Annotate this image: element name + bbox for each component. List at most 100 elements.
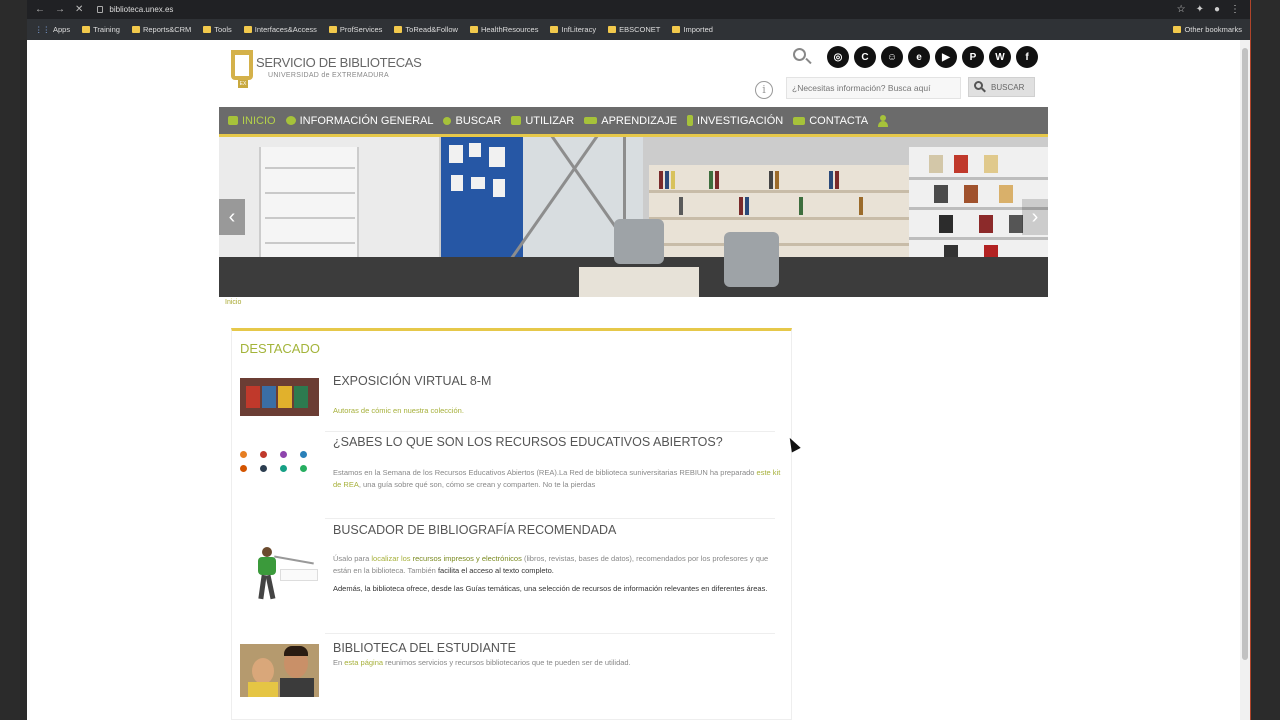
social-bar: ◎ C ☺ e ▶ P W f: [791, 46, 1038, 68]
exhibition-thumbnail[interactable]: [240, 378, 319, 416]
lock-icon: [97, 6, 104, 13]
info-icon[interactable]: i: [755, 81, 773, 99]
menu-item-aprendizaje[interactable]: APRENDIZAJE: [584, 115, 677, 127]
item-title[interactable]: ¿SABES LO QUE SON LOS RECURSOS EDUCATIVO…: [333, 435, 723, 449]
book-icon: [511, 116, 522, 125]
student-figure-image[interactable]: [240, 543, 319, 603]
item-title[interactable]: EXPOSICIÓN VIRTUAL 8-M: [333, 374, 491, 388]
user-icon: [878, 114, 889, 127]
item-text: Estamos en la Semana de los Recursos Edu…: [333, 468, 781, 489]
menu-item-investigacion[interactable]: INVESTIGACIÓN: [687, 115, 783, 127]
bookmark-folder[interactable]: HealthResources: [469, 25, 538, 34]
folder-icon: [131, 26, 140, 33]
bookmark-folder[interactable]: Interfaces&Access: [243, 25, 317, 34]
bookmark-folder[interactable]: EBSCONET: [608, 25, 660, 34]
main-menu: INICIO INFORMACIÓN GENERAL BUSCAR UTILIZ…: [219, 107, 1048, 137]
other-bookmarks[interactable]: Other bookmarks: [1173, 25, 1242, 34]
research-icon: [687, 115, 694, 126]
facebook-icon[interactable]: f: [1016, 46, 1038, 68]
hero-table: [579, 267, 699, 297]
list-item: ¿SABES LO QUE SON LOS RECURSOS EDUCATIVO…: [240, 433, 785, 513]
pinterest-icon[interactable]: P: [962, 46, 984, 68]
profile-icon[interactable]: ●: [1214, 4, 1220, 15]
menu-item-informacion-general[interactable]: INFORMACIÓN GENERAL: [285, 115, 433, 127]
folder-icon: [243, 26, 252, 33]
menu-item-contacta[interactable]: CONTACTA: [793, 115, 868, 127]
wordpress-icon[interactable]: W: [989, 46, 1011, 68]
address-bar[interactable]: biblioteca.unex.es: [97, 2, 1177, 17]
hero-carousel[interactable]: ‹ ›: [219, 137, 1048, 297]
menu-item-inicio[interactable]: INICIO: [228, 115, 276, 127]
star-icon[interactable]: ☆: [1177, 4, 1186, 15]
breadcrumb[interactable]: Inicio: [225, 299, 241, 306]
url-text: biblioteca.unex.es: [109, 5, 174, 14]
divider: [325, 633, 775, 634]
hero-bookshelf: [649, 165, 909, 270]
bookmark-folder[interactable]: ToRead&Follow: [394, 25, 458, 34]
site-title[interactable]: SERVICIO DE BIBLIOTECAS: [256, 55, 422, 70]
item-title[interactable]: BUSCADOR DE BIBLIOGRAFÍA RECOMENDADA: [333, 523, 616, 537]
menu-item-buscar[interactable]: BUSCAR: [443, 115, 501, 127]
library-site: EX SERVICIO DE BIBLIOTECAS UNIVERSIDAD d…: [219, 40, 1048, 720]
scrollbar-thumb[interactable]: [1242, 48, 1248, 660]
stop-icon[interactable]: ✕: [75, 4, 83, 15]
extensions-icon[interactable]: ✦: [1196, 4, 1204, 15]
search-input[interactable]: [786, 77, 961, 99]
folder-icon: [328, 26, 337, 33]
search-icon: [443, 116, 452, 125]
bookmark-apps[interactable]: ⋮⋮ Apps: [35, 25, 70, 34]
vertical-scrollbar[interactable]: [1240, 40, 1250, 720]
bookmark-folder[interactable]: Training: [82, 25, 120, 34]
bookmark-folder[interactable]: Reports&CRM: [131, 25, 191, 34]
forward-icon[interactable]: →: [55, 4, 65, 15]
destacado-panel: DESTACADO EXPOSICIÓN VIRTUAL 8-M Autoras…: [231, 328, 792, 720]
students-thumbnail[interactable]: [240, 644, 319, 697]
menu-item-user[interactable]: [878, 114, 889, 127]
item-text: En esta página reunimos servicios y recu…: [333, 658, 631, 667]
instagram-icon[interactable]: ◎: [827, 46, 849, 68]
youtube-icon[interactable]: ▶: [935, 46, 957, 68]
divider: [325, 518, 775, 519]
item-title[interactable]: BIBLIOTECA DEL ESTUDIANTE: [333, 641, 516, 655]
item-text: Autoras de cómic en nuestra colección.: [333, 406, 464, 415]
recursos-link[interactable]: recursos impresos y electrónicos: [413, 554, 522, 563]
carousel-prev-button[interactable]: ‹: [219, 199, 245, 235]
back-icon[interactable]: ←: [35, 4, 45, 15]
logo-badge: EX: [238, 80, 248, 88]
list-item: EXPOSICIÓN VIRTUAL 8-M Autoras de cómic …: [240, 369, 785, 419]
search-icon[interactable]: [791, 46, 813, 68]
folder-icon: [82, 26, 91, 33]
site-subtitle: UNIVERSIDAD de EXTREMADURA: [268, 72, 389, 79]
menu-item-utilizar[interactable]: UTILIZAR: [511, 115, 574, 127]
localizar-link[interactable]: localizar los: [371, 554, 410, 563]
bookmark-folder[interactable]: ProfServices: [328, 25, 382, 34]
apps-grid-icon: ⋮⋮: [35, 25, 50, 34]
esta-pagina-link[interactable]: esta página: [344, 658, 383, 667]
c-icon[interactable]: C: [854, 46, 876, 68]
hero-shelf: [259, 147, 359, 267]
search-button[interactable]: BUSCAR: [968, 77, 1035, 97]
item-text-2: Además, la biblioteca ofrece, desde las …: [333, 584, 768, 593]
browser-toolbar: ← → ✕ biblioteca.unex.es ☆ ✦ ● ⋮: [27, 0, 1250, 19]
folder-icon: [394, 26, 403, 33]
folder-icon: [550, 26, 559, 33]
folder-icon: [203, 26, 212, 33]
ebook-icon[interactable]: e: [908, 46, 930, 68]
menu-icon[interactable]: ⋮: [1230, 4, 1240, 15]
folder-icon: [672, 26, 681, 33]
hero-chair: [614, 219, 664, 264]
screen-bezel: [1250, 0, 1280, 720]
folder-icon: [469, 26, 478, 33]
oer-icons[interactable]: [240, 451, 313, 472]
info-icon: [285, 116, 296, 125]
robot-icon[interactable]: ☺: [881, 46, 903, 68]
list-item: BIBLIOTECA DEL ESTUDIANTE En esta página…: [240, 636, 785, 711]
bookmark-folder[interactable]: InfLiteracy: [550, 25, 596, 34]
university-logo[interactable]: EX: [231, 50, 253, 88]
bookmarks-bar: ⋮⋮ Apps Training Reports&CRM Tools Interf…: [27, 19, 1250, 40]
home-icon: [228, 116, 238, 125]
folder-icon: [1173, 26, 1182, 33]
bookmark-folder[interactable]: Imported: [672, 25, 713, 34]
bookmark-folder[interactable]: Tools: [203, 25, 232, 34]
carousel-next-button[interactable]: ›: [1022, 199, 1048, 235]
